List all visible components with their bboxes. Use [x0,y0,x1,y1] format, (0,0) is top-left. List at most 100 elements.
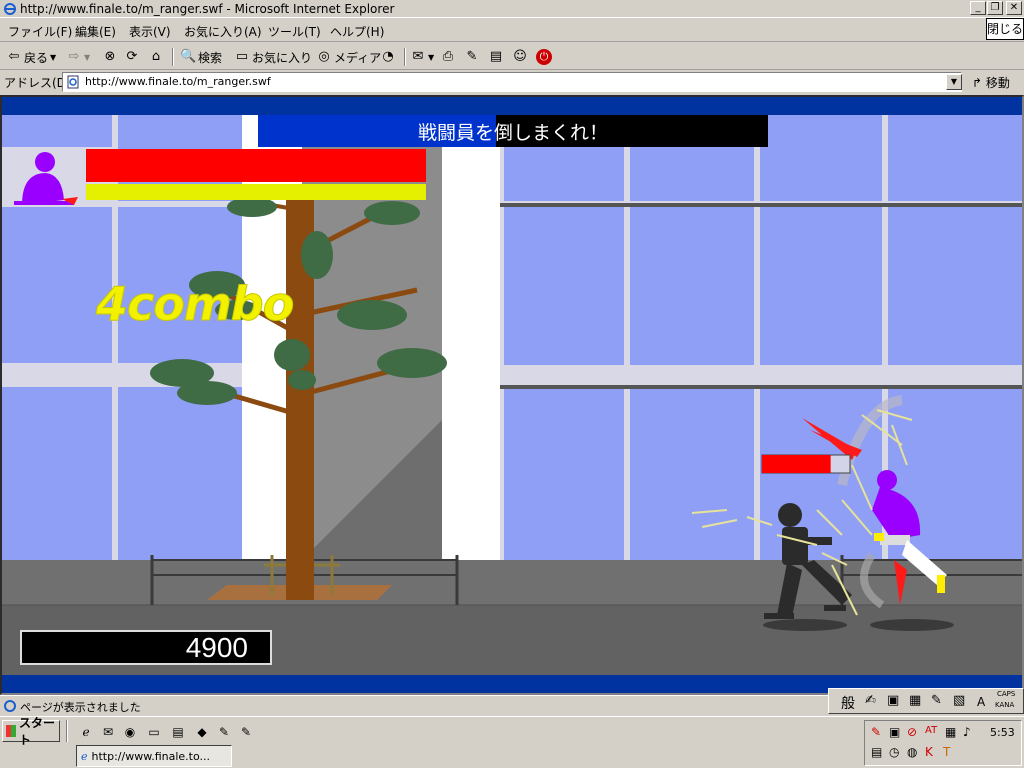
go-arrow-icon: ↱ [972,76,983,90]
search-icon: 🔍 [180,49,197,64]
game-quicklaunch-icon[interactable]: ◆ [194,724,210,740]
tray-a-icon[interactable]: AT [925,725,937,736]
close-tooltip: 閉じる [986,18,1024,40]
ie-quicklaunch-icon[interactable]: ℯ [78,724,94,740]
search-button[interactable]: 🔍 検索 [180,48,222,66]
menu-help[interactable]: ヘルプ(H) [330,23,384,40]
menu-tools[interactable]: ツール(T) [268,23,321,40]
taskbar-separator [66,720,68,742]
tray-save-icon[interactable]: ▣ [889,725,900,739]
combo-counter: 4combo [95,277,294,332]
edit-icon: ✎ [466,49,478,64]
edit-button[interactable]: ✎ [464,48,480,66]
home-button[interactable]: ⌂ [148,48,164,66]
mail-button[interactable]: ✉ ▼ [410,48,435,66]
media-label: メディア [334,50,382,65]
chevron-down-icon: ▼ [50,52,57,62]
back-button[interactable]: ⇦ 戻る ▼ [6,48,57,66]
messenger-button[interactable]: ☺ [512,48,528,66]
stop-icon: ⊗ [104,49,116,64]
minimize-button[interactable]: _ [970,1,986,15]
chevron-down-icon: ▼ [428,52,435,62]
tray-t-icon[interactable]: T [943,745,950,759]
chevron-down-icon: ▼ [84,52,91,62]
start-button[interactable]: スタート [2,716,60,747]
forward-button[interactable]: ⇨ ▼ [66,48,91,66]
media-button[interactable]: ◎ メディア [316,48,381,66]
tray-pen-icon[interactable]: ✎ [871,725,881,739]
media-icon: ◎ [318,49,330,64]
refresh-button[interactable]: ⟳ [124,48,140,66]
favorites-button[interactable]: ▭ お気に入り [234,48,312,66]
game-scene [2,115,1022,675]
tray-globe-icon[interactable]: ◍ [907,745,917,759]
player-health-bar [86,149,426,200]
player-shadow [870,619,954,631]
tray-folder-icon[interactable]: ▤ [871,745,882,759]
window-title: http://www.finale.to/m_ranger.swf - Micr… [20,2,395,16]
mission-text: 戦闘員を倒しまくれ！ [417,122,608,144]
url-input[interactable]: http://www.finale.to/m_ranger.swf [62,72,962,92]
media-player-quicklaunch-icon[interactable]: ◉ [122,724,138,740]
messenger-icon: ☺ [513,49,527,64]
menu-file[interactable]: ファイル(F) [8,23,72,40]
url-text: http://www.finale.to/m_ranger.swf [85,75,271,88]
ie-icon [4,3,16,15]
desktop-quicklaunch-icon[interactable]: ▭ [146,724,162,740]
ime-help-icon[interactable]: ▧ [953,693,965,708]
stop-button[interactable]: ⊗ [102,48,118,66]
tray-volume-icon[interactable]: ♪ [963,725,971,739]
outlook-quicklaunch-icon[interactable]: ✉ [100,724,116,740]
tray-k-icon[interactable]: K [925,745,933,759]
tray-network-icon[interactable]: ⊘ [907,725,917,739]
power-icon: ⏻ [536,49,552,65]
ime-language-bar[interactable]: 般 ✍ ▣ ▦ ✎ ▧ A CAPS KANA [828,688,1024,714]
ime-input-icon[interactable]: ✍ [865,693,876,708]
menu-bar: ファイル(F) 編集(E) 表示(V) お気に入り(A) ツール(T) ヘルプ(… [0,20,1024,42]
forward-arrow-icon: ⇨ [68,49,80,64]
home-icon: ⌂ [151,49,161,64]
address-bar: アドレス(D) http://www.finale.to/m_ranger.sw… [0,71,1024,93]
ime-pad-icon[interactable]: ✎ [931,693,942,708]
menu-view[interactable]: 表示(V) [129,23,171,40]
tool2-quicklaunch-icon[interactable]: ✎ [238,724,254,740]
windows-logo-icon [6,725,16,737]
page-icon [67,75,79,89]
tray-monitor-icon[interactable]: ▦ [945,725,956,739]
favorites-label: お気に入り [252,50,313,65]
taskbar-ie-label: http://www.finale.to... [91,749,210,763]
refresh-icon: ⟳ [126,49,138,64]
enemy-shadow [763,619,847,631]
history-icon: ◔ [382,49,394,64]
caps-indicator: CAPS [997,690,1016,698]
title-bar: http://www.finale.to/m_ranger.swf - Micr… [0,0,1024,18]
taskbar: スタート ℯ ✉ ◉ ▭ ▤ ◆ ✎ ✎ ℯ http://www.finale… [0,716,1024,768]
go-button[interactable]: ↱ 移動 [972,74,1010,91]
close-button[interactable]: ✕ [1006,1,1022,15]
power-button[interactable]: ⏻ [536,48,552,66]
score-value: 4900 [185,632,248,663]
app-quicklaunch-icon[interactable]: ▤ [170,724,186,740]
restore-button[interactable]: ❐ [987,1,1003,15]
print-button[interactable]: ⎙ [440,48,456,66]
favorites-folder-icon: ▭ [235,49,249,64]
ime-dictionary-icon[interactable]: ▦ [909,693,921,708]
mail-icon: ✉ [412,49,424,64]
taskbar-ie-window[interactable]: ℯ http://www.finale.to... [76,745,232,767]
address-label: アドレス(D) [4,76,71,90]
flash-game[interactable]: 戦闘員を倒しまくれ！ 4combo 4900 [2,115,1022,675]
menu-edit[interactable]: 編集(E) [75,23,116,40]
ie-task-icon: ℯ [81,749,88,763]
ime-font-icon[interactable]: A [977,695,985,709]
toolbar-separator [404,48,406,66]
ime-tool-icon[interactable]: ▣ [887,693,899,708]
menu-favorites[interactable]: お気に入り(A) [184,23,262,40]
ime-mode[interactable]: 般 [841,693,855,713]
tool-quicklaunch-icon[interactable]: ✎ [216,724,232,740]
toolbar-separator [172,48,174,66]
discuss-button[interactable]: ▤ [488,48,504,66]
start-label: スタート [19,716,56,747]
address-dropdown-button[interactable]: ▼ [946,74,962,90]
tray-clock-icon[interactable]: ◷ [889,745,899,759]
history-button[interactable]: ◔ [380,48,396,66]
